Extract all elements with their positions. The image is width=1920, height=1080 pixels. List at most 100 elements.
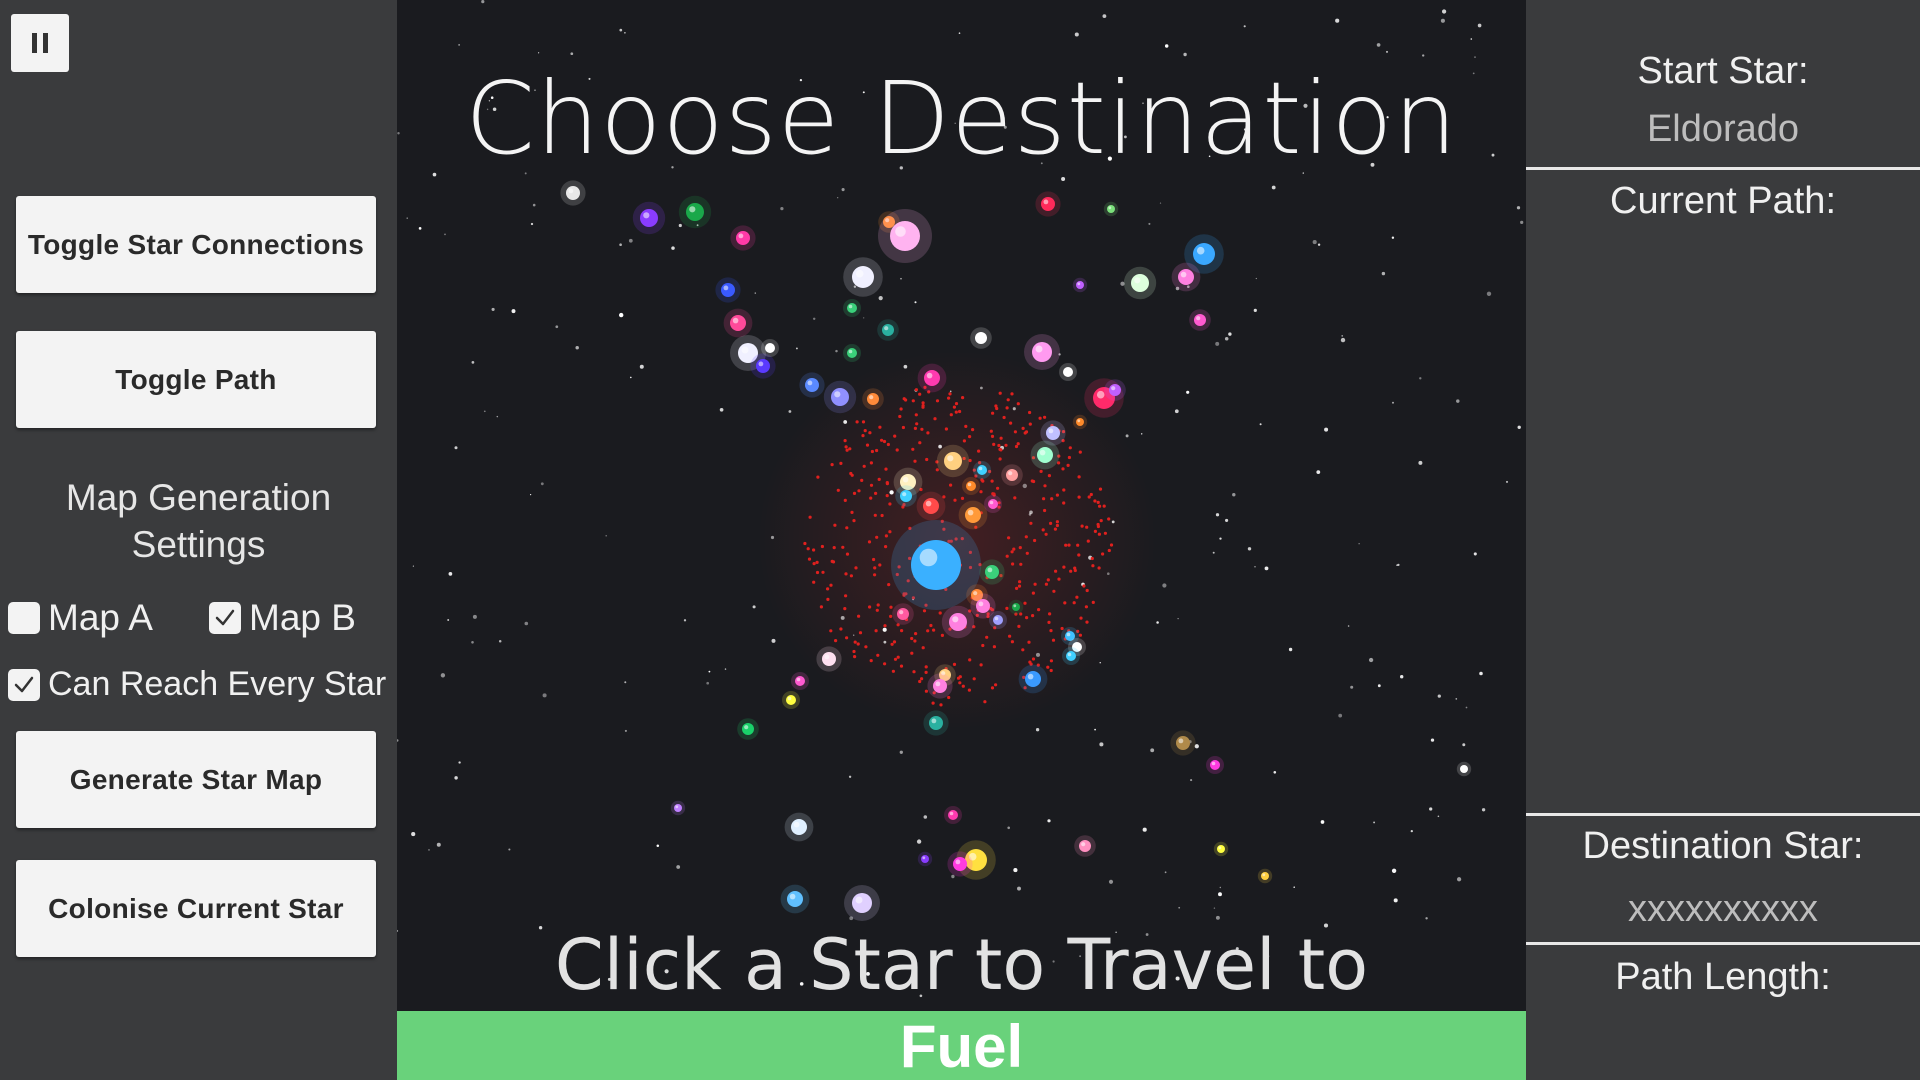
star[interactable] — [1193, 243, 1215, 265]
star[interactable] — [1107, 205, 1115, 213]
core-dot — [1016, 402, 1020, 406]
core-dot — [971, 428, 975, 432]
star[interactable] — [786, 695, 796, 705]
star[interactable] — [1261, 872, 1269, 880]
star[interactable] — [867, 393, 879, 405]
star[interactable] — [923, 498, 939, 514]
star[interactable] — [847, 348, 857, 358]
star[interactable] — [1076, 281, 1084, 289]
star[interactable] — [1012, 603, 1020, 611]
can-reach-every-star-option[interactable]: Can Reach Every Star — [8, 665, 386, 704]
core-dot — [1031, 657, 1036, 661]
star[interactable] — [949, 613, 967, 631]
star[interactable] — [953, 857, 967, 871]
star[interactable] — [1460, 765, 1468, 773]
toggle-path-button[interactable]: Toggle Path — [16, 331, 376, 428]
core-dot — [953, 498, 957, 502]
star[interactable] — [1041, 197, 1055, 211]
map-b-option[interactable]: Map B — [209, 597, 356, 639]
star[interactable] — [921, 855, 929, 863]
star[interactable] — [976, 599, 990, 613]
star[interactable] — [640, 209, 658, 227]
background-star — [1156, 621, 1159, 624]
star[interactable] — [791, 819, 807, 835]
core-dot — [968, 435, 972, 439]
star[interactable] — [1178, 269, 1194, 285]
core-dot — [1044, 532, 1048, 536]
core-dot — [1099, 519, 1103, 523]
star-highlight — [796, 677, 801, 682]
star[interactable] — [977, 465, 987, 475]
core-dot — [1024, 535, 1028, 539]
star[interactable] — [1025, 671, 1041, 687]
star[interactable] — [1032, 342, 1052, 362]
star[interactable] — [852, 266, 874, 288]
star[interactable] — [787, 891, 803, 907]
star[interactable] — [944, 452, 962, 470]
core-dot — [869, 461, 873, 465]
map-a-checkbox[interactable] — [8, 602, 40, 634]
star[interactable] — [805, 378, 819, 392]
background-star — [1505, 480, 1509, 483]
pause-button[interactable] — [11, 14, 69, 72]
path-length-label: Path Length: — [1615, 956, 1831, 998]
star[interactable] — [822, 652, 836, 666]
star-map-view[interactable]: Choose Destination Click a Star to Trave… — [397, 0, 1526, 1080]
star[interactable] — [965, 507, 981, 523]
background-star — [899, 750, 903, 754]
map-b-checkbox[interactable] — [209, 602, 241, 634]
star[interactable] — [948, 810, 958, 820]
star[interactable] — [1210, 760, 1220, 770]
star[interactable] — [566, 186, 580, 200]
background-star — [1437, 694, 1441, 698]
star[interactable] — [1079, 840, 1091, 852]
pause-icon — [29, 33, 51, 53]
star[interactable] — [1109, 384, 1121, 396]
core-dot — [1013, 496, 1017, 500]
instruction-text: Click a Star to Travel to — [554, 924, 1369, 1006]
star[interactable] — [900, 490, 912, 502]
generate-star-map-button[interactable]: Generate Star Map — [16, 731, 376, 828]
star[interactable] — [924, 370, 940, 386]
star[interactable] — [686, 203, 704, 221]
star[interactable] — [929, 716, 943, 730]
star[interactable] — [1131, 274, 1149, 292]
star[interactable] — [966, 481, 976, 491]
star[interactable] — [730, 315, 746, 331]
star[interactable] — [1176, 736, 1190, 750]
star[interactable] — [1037, 447, 1053, 463]
star[interactable] — [1076, 418, 1084, 426]
star[interactable] — [736, 231, 750, 245]
can-reach-every-star-checkbox[interactable] — [8, 668, 40, 701]
map-a-option[interactable]: Map A — [8, 597, 153, 639]
star[interactable] — [975, 332, 987, 344]
star[interactable] — [852, 893, 872, 913]
toggle-star-connections-button[interactable]: Toggle Star Connections — [16, 196, 376, 293]
star[interactable] — [993, 615, 1003, 625]
star[interactable] — [988, 499, 998, 509]
star[interactable] — [721, 283, 735, 297]
star[interactable] — [742, 723, 754, 735]
colonise-current-star-button[interactable]: Colonise Current Star — [16, 860, 376, 957]
star[interactable] — [847, 303, 857, 313]
background-star — [1099, 662, 1101, 664]
star[interactable] — [831, 388, 849, 406]
star[interactable] — [1194, 314, 1206, 326]
star[interactable] — [674, 804, 682, 812]
star[interactable] — [985, 565, 999, 579]
star[interactable] — [756, 359, 770, 373]
star[interactable] — [911, 540, 961, 590]
star[interactable] — [897, 608, 909, 620]
star[interactable] — [882, 324, 894, 336]
star[interactable] — [1063, 367, 1073, 377]
star[interactable] — [1006, 469, 1018, 481]
star[interactable] — [1217, 845, 1225, 853]
star[interactable] — [765, 343, 775, 353]
background-star — [412, 565, 414, 567]
star[interactable] — [1066, 651, 1076, 661]
star[interactable] — [1046, 426, 1060, 440]
star-highlight — [741, 346, 749, 354]
star[interactable] — [933, 679, 947, 693]
star[interactable] — [795, 676, 805, 686]
star[interactable] — [890, 221, 920, 251]
